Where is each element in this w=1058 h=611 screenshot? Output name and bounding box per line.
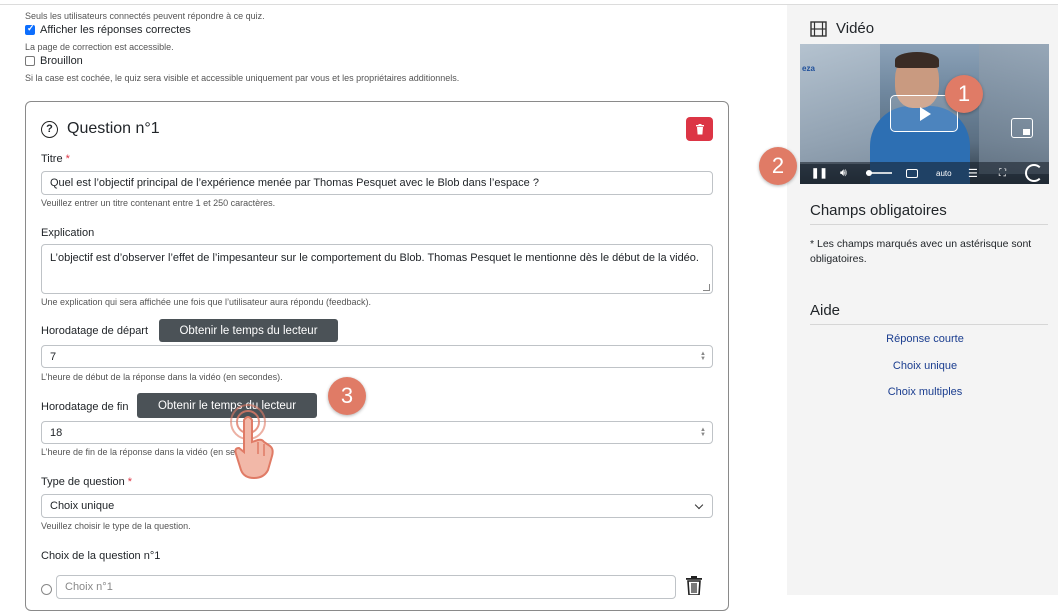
required-fields-title: Champs obligatoires: [810, 202, 947, 219]
subtitles-icon[interactable]: [906, 163, 918, 183]
title-input[interactable]: Quel est l’objectif principal de l’expér…: [41, 171, 713, 195]
picture-in-picture-icon[interactable]: [1011, 118, 1033, 138]
chevron-down-icon: [694, 500, 704, 510]
annotation-badge-2: 2: [759, 147, 797, 185]
required-fields-text: * Les champs marqués avec un astérisque …: [810, 238, 1032, 265]
note-draft: Si la case est cochée, le quiz sera visi…: [25, 73, 460, 83]
number-spinner-icon[interactable]: ▲ ▼: [700, 427, 706, 438]
type-help: Veuillez choisir le type de la question.: [41, 521, 191, 531]
type-label: Type de question *: [41, 476, 133, 488]
chapters-list-icon[interactable]: ☰: [968, 163, 978, 183]
checkbox-unchecked-icon[interactable]: [25, 56, 35, 66]
start-time-help: L’heure de début de la réponse dans la v…: [41, 372, 283, 382]
annotation-badge-1: 1: [945, 75, 983, 113]
get-start-time-button[interactable]: Obtenir le temps du lecteur: [159, 319, 338, 342]
delete-question-button[interactable]: [686, 117, 713, 141]
question-heading: ? Question n°1: [41, 120, 160, 138]
explanation-textarea[interactable]: L’objectif est d’observer l’effet de l’i…: [41, 244, 713, 294]
trash-icon: [695, 123, 704, 134]
checkbox-checked-icon[interactable]: [25, 23, 35, 35]
divider: [810, 224, 1048, 225]
number-spinner-icon[interactable]: ▲ ▼: [700, 351, 706, 362]
help-link-multiple-choice[interactable]: Choix multiples: [810, 386, 1040, 398]
show-correct-checkbox[interactable]: Afficher les réponses correctes: [25, 23, 191, 36]
draft-checkbox[interactable]: Brouillon: [25, 55, 83, 67]
quiz-form: Seuls les utilisateurs connectés peuvent…: [0, 0, 787, 611]
choices-label: Choix de la question n°1: [41, 550, 161, 562]
choice-radio[interactable]: [41, 584, 52, 595]
pause-icon[interactable]: ❚❚: [811, 163, 828, 183]
quality-auto-button[interactable]: auto: [936, 163, 952, 183]
fullscreen-icon[interactable]: ⛶: [999, 163, 1006, 183]
show-correct-label: Afficher les réponses correctes: [40, 24, 191, 36]
draft-label: Brouillon: [40, 55, 83, 67]
title-help: Veuillez entrer un titre contenant entre…: [41, 198, 276, 208]
play-icon: [920, 106, 931, 121]
video-logo: eza: [802, 64, 815, 73]
help-link-single-choice[interactable]: Choix unique: [810, 360, 1040, 372]
divider: [810, 324, 1048, 325]
resize-handle-icon[interactable]: [703, 284, 710, 291]
end-time-input[interactable]: 18 ▲ ▼: [41, 421, 713, 444]
delete-choice-trash-icon[interactable]: [685, 576, 703, 595]
end-time-label: Horodatage de fin: [41, 401, 129, 413]
film-icon: [810, 21, 827, 37]
help-link-short-answer[interactable]: Réponse courte: [810, 333, 1040, 345]
volume-slider-thumb[interactable]: [866, 170, 872, 176]
note-connected: Seuls les utilisateurs connectés peuvent…: [25, 11, 265, 21]
title-label: Titre *: [41, 153, 70, 165]
video-controls-bar: [800, 162, 1049, 184]
type-select[interactable]: Choix unique: [41, 494, 713, 518]
start-time-input[interactable]: 7 ▲ ▼: [41, 345, 713, 368]
help-title: Aide: [810, 302, 841, 319]
question-title: Question n°1: [67, 120, 160, 137]
get-end-time-button[interactable]: Obtenir le temps du lecteur: [137, 393, 317, 418]
tap-hand-icon: [230, 404, 274, 480]
explanation-label: Explication: [41, 227, 95, 239]
volume-icon[interactable]: 🔊︎: [840, 163, 847, 183]
question-circle-icon: ?: [41, 120, 58, 138]
note-correction: La page de correction est accessible.: [25, 42, 174, 52]
choice-1-input[interactable]: Choix n°1: [56, 575, 676, 599]
annotation-badge-3: 3: [328, 377, 366, 415]
explanation-help: Une explication qui sera affichée une fo…: [41, 297, 372, 307]
loading-spinner-icon: [1025, 164, 1043, 182]
start-time-label: Horodatage de départ: [41, 325, 149, 337]
video-title: Vidéo: [836, 20, 875, 37]
